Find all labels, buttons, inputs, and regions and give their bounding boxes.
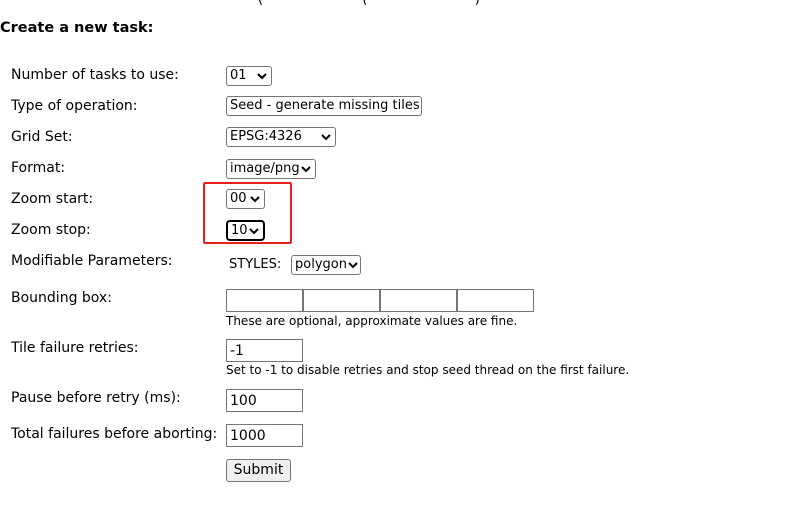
operation-value: Seed - generate missing tiles [230,98,420,113]
grid-set-label: Grid Set: [11,129,73,145]
num-tasks-label: Number of tasks to use: [11,67,179,83]
styles-select[interactable]: polygon [291,255,361,275]
num-tasks-select[interactable]: 01 [226,66,272,86]
modifiable-params-label: Modifiable Parameters: [11,253,173,269]
format-select[interactable]: image/png [226,159,316,179]
total-failures-label: Total failures before aborting: [11,426,218,442]
submit-button[interactable]: Submit [226,459,291,482]
total-failures-input[interactable] [226,424,303,447]
styles-value: polygon [295,257,347,272]
tile-retries-input[interactable] [226,339,303,362]
page-title: Create a new task: [0,20,154,36]
chevron-down-icon [321,134,331,141]
chevron-down-icon [420,104,421,105]
chevron-down-icon [301,166,311,173]
operation-label: Type of operation: [11,98,138,114]
num-tasks-value: 01 [230,68,247,83]
tile-retries-label: Tile failure retries: [11,340,139,356]
bbox-maxx-input[interactable] [380,289,457,312]
cut-off-header-text: ( ( ) [258,0,480,7]
bbox-hint: These are optional, approximate values a… [226,314,518,328]
chevron-down-icon [257,73,267,80]
bbox-minx-input[interactable] [226,289,303,312]
styles-label: STYLES: [229,257,282,272]
pause-input[interactable] [226,389,303,412]
seed-task-form: ( ( ) Create a new task: Number of tasks… [0,0,806,506]
zoom-stop-label: Zoom stop: [11,222,91,238]
zoom-start-label: Zoom start: [11,191,94,207]
chevron-down-icon [348,262,358,269]
format-value: image/png [230,161,300,176]
pause-label: Pause before retry (ms): [11,390,181,406]
grid-set-value: EPSG:4326 [230,129,302,144]
format-label: Format: [11,160,66,176]
bbox-miny-input[interactable] [303,289,380,312]
bbox-maxy-input[interactable] [457,289,534,312]
bounding-box-label: Bounding box: [11,290,112,306]
tile-retries-hint: Set to -1 to disable retries and stop se… [226,363,630,377]
grid-set-select[interactable]: EPSG:4326 [226,127,336,147]
red-highlight-annotation [203,182,292,244]
operation-select[interactable]: Seed - generate missing tiles [226,96,422,116]
